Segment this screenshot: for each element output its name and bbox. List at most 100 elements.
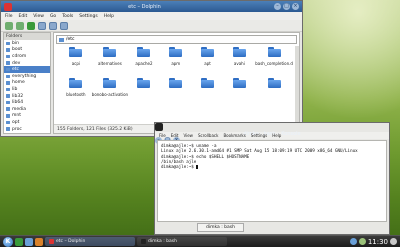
folder-item[interactable]: avahi: [223, 47, 255, 66]
menu-edit[interactable]: Edit: [171, 133, 179, 138]
location-bar[interactable]: /etc: [56, 35, 297, 44]
terminal-prompt: dimka@ajle:~$: [161, 164, 197, 170]
file-manager-launcher-icon[interactable]: [25, 237, 33, 246]
network-tray-icon[interactable]: [349, 238, 357, 245]
icons-view-icon[interactable]: [38, 21, 46, 30]
menu-file[interactable]: File: [5, 14, 13, 19]
sidebar-item-bin[interactable]: bin: [4, 40, 50, 47]
folder-icon: [6, 61, 10, 65]
folder-icon: [137, 47, 151, 57]
menu-bookmarks[interactable]: Bookmarks: [223, 133, 245, 138]
sidebar-item-label: opt: [12, 119, 20, 125]
task-dolphin[interactable]: etc – Dolphin: [45, 237, 135, 246]
menu-view[interactable]: View: [33, 14, 44, 19]
folder-icon: [6, 120, 10, 125]
folder-icon: [103, 47, 117, 57]
folder-icon: [6, 81, 10, 85]
folder-icon: [169, 78, 183, 88]
menu-file[interactable]: File: [159, 133, 166, 138]
sidebar-item-cdrom[interactable]: cdrom: [4, 53, 50, 60]
folder-icon: [267, 47, 281, 57]
back-arrow-icon[interactable]: [5, 21, 13, 30]
sidebar-item-home[interactable]: home: [4, 80, 50, 87]
folder-icon: [201, 47, 215, 57]
terminal-output[interactable]: dimka@ajle:~$ uname -a Linux ajle 2.6.30.…: [157, 140, 387, 222]
folder-item[interactable]: alternatives: [92, 47, 128, 66]
menu-settings[interactable]: Settings: [79, 14, 97, 19]
folder-icon: [103, 78, 117, 88]
menu-tools[interactable]: Tools: [62, 14, 73, 19]
kde-menu-icon[interactable]: K: [3, 236, 13, 247]
menu-settings[interactable]: Settings: [251, 133, 267, 138]
sidebar-item-lib[interactable]: lib: [4, 86, 50, 93]
sidebar-item-lib32[interactable]: lib32: [4, 93, 50, 100]
folder-item[interactable]: [128, 78, 160, 97]
sidebar-item-everything[interactable]: everything: [4, 73, 50, 80]
task-konsole[interactable]: dimka : bash: [137, 237, 227, 246]
sidebar-item-media[interactable]: media: [4, 106, 50, 113]
folder-item[interactable]: bash_completion.d: [255, 47, 293, 66]
sidebar-item-mnt[interactable]: mnt: [4, 113, 50, 120]
folder-icon: [6, 114, 10, 118]
volume-tray-icon[interactable]: [358, 238, 366, 245]
folder-icon: [6, 54, 10, 59]
folder-item[interactable]: [255, 78, 293, 97]
minimize-button[interactable]: –: [274, 3, 281, 10]
location-path: /etc: [66, 37, 75, 42]
show-desktop-icon[interactable]: [15, 237, 23, 246]
panel-toolbox-icon[interactable]: [390, 238, 397, 245]
folder-item[interactable]: apm: [160, 47, 192, 66]
folder-icon: [232, 47, 246, 57]
menu-help[interactable]: Help: [272, 133, 281, 138]
folder-icon: [201, 78, 215, 88]
panel-clock[interactable]: 11:30: [368, 238, 388, 246]
tab-bash[interactable]: dimka : bash: [197, 223, 244, 232]
sidebar-item-label: etc: [12, 67, 20, 73]
menu-edit[interactable]: Edit: [19, 14, 28, 19]
menu-view[interactable]: View: [183, 133, 193, 138]
folder-icon: [6, 48, 10, 52]
sidebar-item-label: boot: [12, 47, 23, 53]
folder-item[interactable]: [192, 78, 224, 97]
sidebar-item-dev[interactable]: dev: [4, 60, 50, 67]
folder-item[interactable]: apache2: [128, 47, 160, 66]
konsole-titlebar[interactable]: dimka : bash – Konsole – □ ×: [155, 123, 389, 144]
menu-help[interactable]: Help: [104, 14, 114, 19]
columns-view-icon[interactable]: [60, 21, 68, 30]
sidebar-item-label: lib64: [12, 100, 24, 106]
folder-item[interactable]: bluetooth: [60, 78, 92, 97]
dolphin-app-icon[interactable]: [4, 2, 12, 11]
task-label: dimka : bash: [148, 239, 177, 244]
folder-item[interactable]: [223, 78, 255, 97]
dolphin-titlebar[interactable]: etc – Dolphin – □ ×: [1, 1, 302, 12]
folders-panel-header: Folders: [4, 33, 50, 40]
sidebar-item-boot[interactable]: boot: [4, 47, 50, 54]
menu-scrollback[interactable]: Scrollback: [198, 133, 218, 138]
sidebar-item-opt[interactable]: opt: [4, 119, 50, 126]
folder-icon: [6, 74, 10, 79]
folder-item[interactable]: apt: [192, 47, 224, 66]
close-button[interactable]: ×: [292, 3, 299, 10]
sidebar-item-proc[interactable]: proc: [4, 126, 50, 133]
sidebar-item-etc[interactable]: etc: [4, 66, 50, 73]
folder-item[interactable]: acpi: [60, 47, 92, 66]
folder-item[interactable]: [160, 78, 192, 97]
folder-item[interactable]: bonobo-activation: [92, 78, 128, 97]
menu-go[interactable]: Go: [50, 14, 56, 19]
maximize-button[interactable]: □: [283, 3, 290, 10]
browser-launcher-icon[interactable]: [35, 237, 43, 246]
vertical-scrollbar[interactable]: [295, 46, 299, 124]
folder-label: bash_completion.d: [255, 61, 293, 66]
konsole-window[interactable]: dimka : bash – Konsole – □ × File Edit V…: [154, 122, 390, 235]
konsole-app-icon[interactable]: [155, 123, 163, 131]
sidebar-item-lib64[interactable]: lib64: [4, 99, 50, 106]
sidebar-item-label: dev: [12, 60, 21, 66]
folder-icon: [6, 107, 10, 111]
folder-icon: [69, 78, 83, 88]
folder-label: alternatives: [98, 61, 122, 66]
details-view-icon[interactable]: [49, 21, 57, 30]
up-arrow-icon[interactable]: [27, 21, 35, 30]
text-cursor: [196, 165, 199, 170]
forward-arrow-icon[interactable]: [16, 21, 24, 30]
dolphin-window[interactable]: etc – Dolphin – □ × File Edit View Go To…: [0, 0, 303, 137]
